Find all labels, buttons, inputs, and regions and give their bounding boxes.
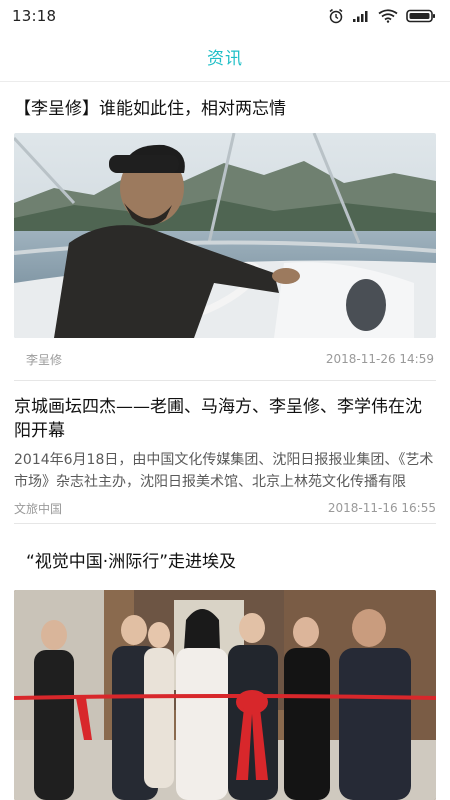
- status-bar: 13:18: [0, 0, 450, 32]
- header: 资讯: [0, 32, 450, 82]
- page-title: 资讯: [207, 49, 243, 69]
- wifi-icon: [378, 9, 398, 23]
- article-image[interactable]: [14, 590, 436, 800]
- article-meta: 李呈修 2018-11-26 14:59: [14, 338, 436, 380]
- article-date: 2018-11-16 16:55: [327, 501, 436, 515]
- article-card[interactable]: 【李呈修】谁能如此住，相对两忘情 李呈修 2018-11-26 14:59: [0, 83, 450, 380]
- article-title: 京城画坛四杰——老圃、马海方、李呈修、李学伟在沈阳开幕: [14, 397, 422, 441]
- man-on-boat-photo: [14, 133, 436, 338]
- battery-icon: [406, 9, 436, 23]
- article-title: 【李呈修】谁能如此住，相对两忘情: [14, 99, 286, 119]
- news-feed[interactable]: 【李呈修】谁能如此住，相对两忘情 李呈修 2018-11-26 14:59 京城…: [0, 83, 450, 800]
- article-image[interactable]: [14, 133, 436, 338]
- article-title: “视觉中国·洲际行”走进埃及: [26, 552, 237, 572]
- article-source: 文旅中国: [14, 501, 63, 516]
- alarm-icon: [328, 8, 344, 24]
- article-card[interactable]: 京城画坛四杰——老圃、马海方、李呈修、李学伟在沈阳开幕 2014年6月18日，由…: [0, 381, 450, 523]
- ribbon-cutting-photo: [14, 590, 436, 800]
- article-date: 2018-11-26 14:59: [325, 352, 434, 366]
- signal-icon: [352, 9, 370, 23]
- article-card[interactable]: “视觉中国·洲际行”走进埃及: [0, 524, 450, 800]
- status-time: 13:18: [12, 7, 57, 25]
- article-meta: 文旅中国 2018-11-16 16:55: [14, 493, 436, 523]
- status-icons: [328, 8, 436, 24]
- article-source: 李呈修: [26, 352, 63, 367]
- article-summary: 2014年6月18日，由中国文化传媒集团、沈阳日报报业集团、《艺术市场》杂志社主…: [14, 452, 434, 490]
